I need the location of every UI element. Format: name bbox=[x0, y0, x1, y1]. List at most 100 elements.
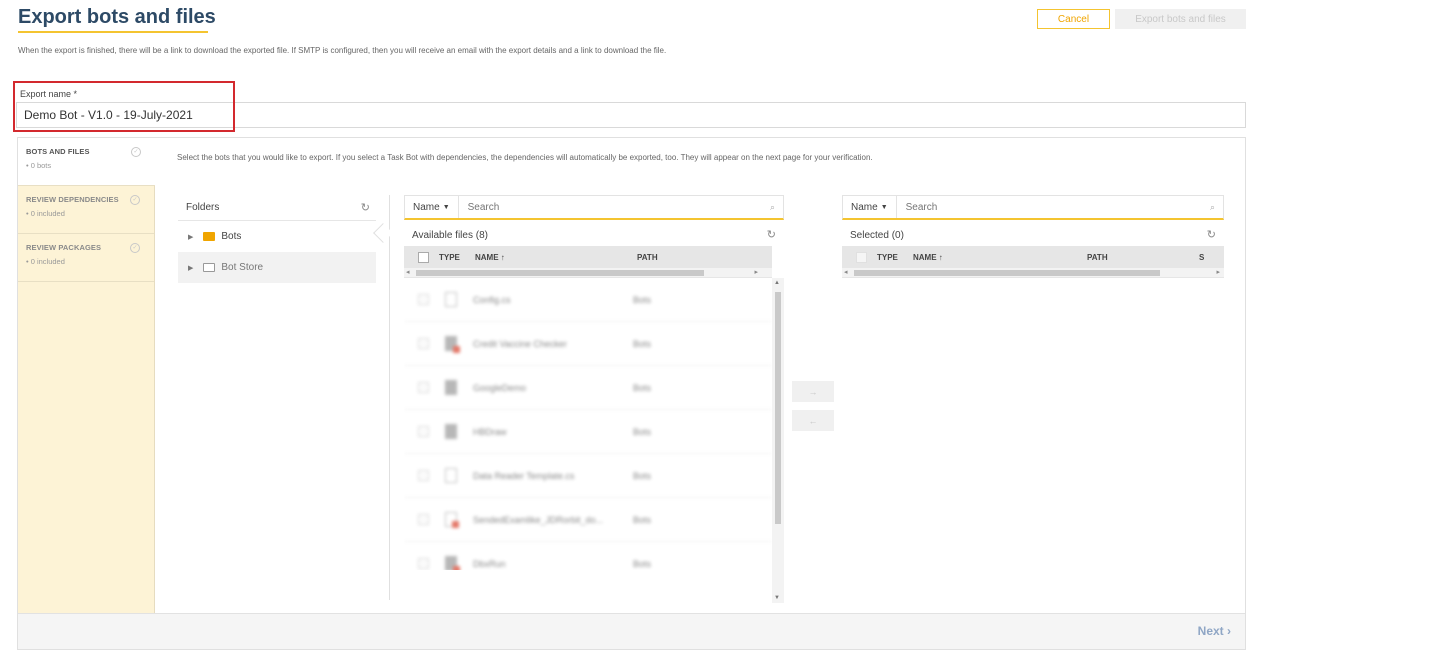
file-name: HBDraw bbox=[473, 426, 507, 437]
vertical-scrollbar[interactable]: ▲ ▼ bbox=[772, 278, 784, 603]
table-row[interactable]: Config.cs Bots bbox=[404, 278, 772, 322]
table-row[interactable]: GoogleDemo Bots bbox=[404, 366, 772, 410]
column-name[interactable]: NAME ↑ bbox=[913, 253, 1087, 262]
file-doc-icon bbox=[445, 468, 457, 483]
refresh-icon[interactable]: ↻ bbox=[767, 228, 776, 241]
cancel-button[interactable]: Cancel bbox=[1037, 9, 1110, 29]
step-count: • 0 included bbox=[26, 209, 65, 218]
column-type[interactable]: TYPE bbox=[877, 253, 913, 262]
select-all-checkbox[interactable] bbox=[856, 251, 867, 263]
folder-outline-icon bbox=[203, 263, 216, 272]
check-circle-icon: ✓ bbox=[130, 195, 140, 205]
selected-files-panel: Name▼ ⌕ Selected (0) ↻ TYPE NAME ↑ PATH … bbox=[842, 195, 1224, 278]
file-path: Bots bbox=[633, 514, 652, 525]
caret-down-icon: ▼ bbox=[880, 203, 888, 211]
table-row[interactable]: Data Reader Template.cs Bots bbox=[404, 454, 772, 498]
available-header: Available files (8) ↻ bbox=[404, 220, 784, 246]
folder-icon bbox=[203, 232, 216, 241]
folders-panel: Folders ↻ ▶ Bots ▶ Bot Store bbox=[178, 195, 376, 283]
file-doc-icon bbox=[445, 512, 459, 528]
column-name[interactable]: NAME ↑ bbox=[475, 253, 637, 262]
expand-arrow-icon[interactable]: ▶ bbox=[188, 233, 193, 241]
scroll-down-icon[interactable]: ▼ bbox=[774, 595, 780, 601]
row-checkbox[interactable] bbox=[418, 426, 429, 437]
next-button[interactable]: Next › bbox=[1198, 624, 1231, 638]
export-name-input[interactable] bbox=[16, 102, 1246, 128]
column-type[interactable]: TYPE bbox=[439, 253, 475, 262]
folder-item-bot-store[interactable]: ▶ Bot Store bbox=[178, 252, 376, 283]
title-underline bbox=[18, 31, 208, 33]
remove-from-selected-button[interactable]: ← bbox=[792, 410, 834, 431]
step-bots-and-files[interactable]: BOTS AND FILES • 0 bots ✓ bbox=[18, 138, 155, 186]
table-row[interactable]: HBDraw Bots bbox=[404, 410, 772, 454]
expand-arrow-icon[interactable]: ▶ bbox=[188, 264, 193, 272]
file-path: Bots bbox=[633, 294, 652, 305]
refresh-icon[interactable]: ↻ bbox=[1207, 228, 1216, 241]
scroll-thumb[interactable] bbox=[775, 292, 781, 524]
task-bot-icon bbox=[445, 380, 457, 395]
row-checkbox[interactable] bbox=[418, 382, 429, 393]
scroll-up-icon[interactable]: ▲ bbox=[774, 280, 780, 286]
file-doc-icon bbox=[445, 292, 457, 307]
column-path[interactable]: PATH bbox=[1087, 253, 1199, 262]
file-path: Bots bbox=[633, 558, 652, 569]
row-checkbox[interactable] bbox=[418, 558, 429, 569]
scroll-left-icon[interactable]: ◂ bbox=[844, 268, 848, 276]
column-path[interactable]: PATH bbox=[637, 253, 666, 262]
add-to-selected-button[interactable]: → bbox=[792, 381, 834, 402]
selected-title: Selected (0) bbox=[850, 230, 904, 241]
selected-search-input[interactable] bbox=[896, 201, 1223, 213]
name-filter-dropdown[interactable]: Name ▼ bbox=[843, 196, 897, 218]
folders-title: Folders bbox=[186, 202, 220, 213]
scroll-thumb[interactable] bbox=[854, 270, 1160, 276]
task-bot-icon bbox=[445, 556, 460, 570]
row-checkbox[interactable] bbox=[418, 294, 429, 305]
search-icon[interactable]: ⌕ bbox=[1210, 202, 1215, 213]
row-checkbox[interactable] bbox=[418, 514, 429, 525]
step-title: REVIEW DEPENDENCIES bbox=[26, 195, 119, 204]
file-name: SendedExamlike_JDRorbit_do... bbox=[473, 514, 604, 525]
selected-search-bar: Name▼ ⌕ bbox=[842, 195, 1224, 220]
row-checkbox[interactable] bbox=[418, 470, 429, 481]
scroll-left-icon[interactable]: ◂ bbox=[406, 268, 410, 276]
table-row[interactable]: SendedExamlike_JDRorbit_do... Bots bbox=[404, 498, 772, 542]
task-bot-icon bbox=[445, 424, 457, 439]
available-title: Available files (8) bbox=[412, 230, 488, 241]
file-name: DbxRun bbox=[473, 558, 506, 569]
file-name: Config.cs bbox=[473, 294, 511, 305]
step-title: BOTS AND FILES bbox=[26, 147, 90, 156]
file-name: Data Reader Template.cs bbox=[473, 470, 575, 481]
scroll-right-icon[interactable]: ▸ bbox=[754, 268, 758, 276]
step-review-packages[interactable]: REVIEW PACKAGES • 0 included ✓ bbox=[18, 234, 154, 282]
export-button[interactable]: Export bots and files bbox=[1115, 9, 1246, 29]
check-circle-icon: ✓ bbox=[130, 243, 140, 253]
folders-separator bbox=[389, 195, 390, 600]
scroll-thumb[interactable] bbox=[416, 270, 704, 276]
scroll-right-icon[interactable]: ▸ bbox=[1216, 268, 1220, 276]
select-all-checkbox[interactable] bbox=[418, 251, 429, 263]
export-wizard: BOTS AND FILES • 0 bots ✓ REVIEW DEPENDE… bbox=[17, 137, 1246, 650]
available-table-header: TYPE NAME ↑ PATH bbox=[404, 246, 772, 268]
horizontal-scrollbar[interactable]: ◂ ▸ bbox=[404, 268, 772, 278]
row-checkbox[interactable] bbox=[418, 338, 429, 349]
horizontal-scrollbar[interactable]: ◂ ▸ bbox=[842, 268, 1224, 278]
available-files-panel: Name▼ ⌕ Available files (8) ↻ TYPE NAME … bbox=[404, 195, 784, 603]
page-description: When the export is finished, there will … bbox=[18, 46, 667, 55]
step-title: REVIEW PACKAGES bbox=[26, 243, 102, 252]
search-icon[interactable]: ⌕ bbox=[770, 202, 775, 213]
folder-item-bots[interactable]: ▶ Bots bbox=[178, 221, 376, 252]
available-search-input[interactable] bbox=[458, 201, 783, 213]
table-row[interactable]: Credit Vaccine Checker Bots bbox=[404, 322, 772, 366]
task-bot-icon bbox=[445, 336, 460, 353]
step-review-dependencies[interactable]: REVIEW DEPENDENCIES • 0 included ✓ bbox=[18, 186, 154, 234]
table-row[interactable]: DbxRun Bots bbox=[404, 542, 772, 570]
wizard-footer: Next › bbox=[18, 613, 1245, 649]
column-extra[interactable]: S bbox=[1199, 253, 1212, 262]
name-filter-dropdown[interactable]: Name ▼ bbox=[405, 196, 459, 218]
refresh-icon[interactable]: ↻ bbox=[361, 201, 370, 214]
step-instructions: Select the bots that you would like to e… bbox=[177, 153, 873, 162]
step-count: • 0 bots bbox=[26, 161, 52, 170]
file-name: Credit Vaccine Checker bbox=[473, 338, 567, 349]
folder-label: Bots bbox=[221, 231, 242, 242]
file-path: Bots bbox=[633, 382, 652, 393]
